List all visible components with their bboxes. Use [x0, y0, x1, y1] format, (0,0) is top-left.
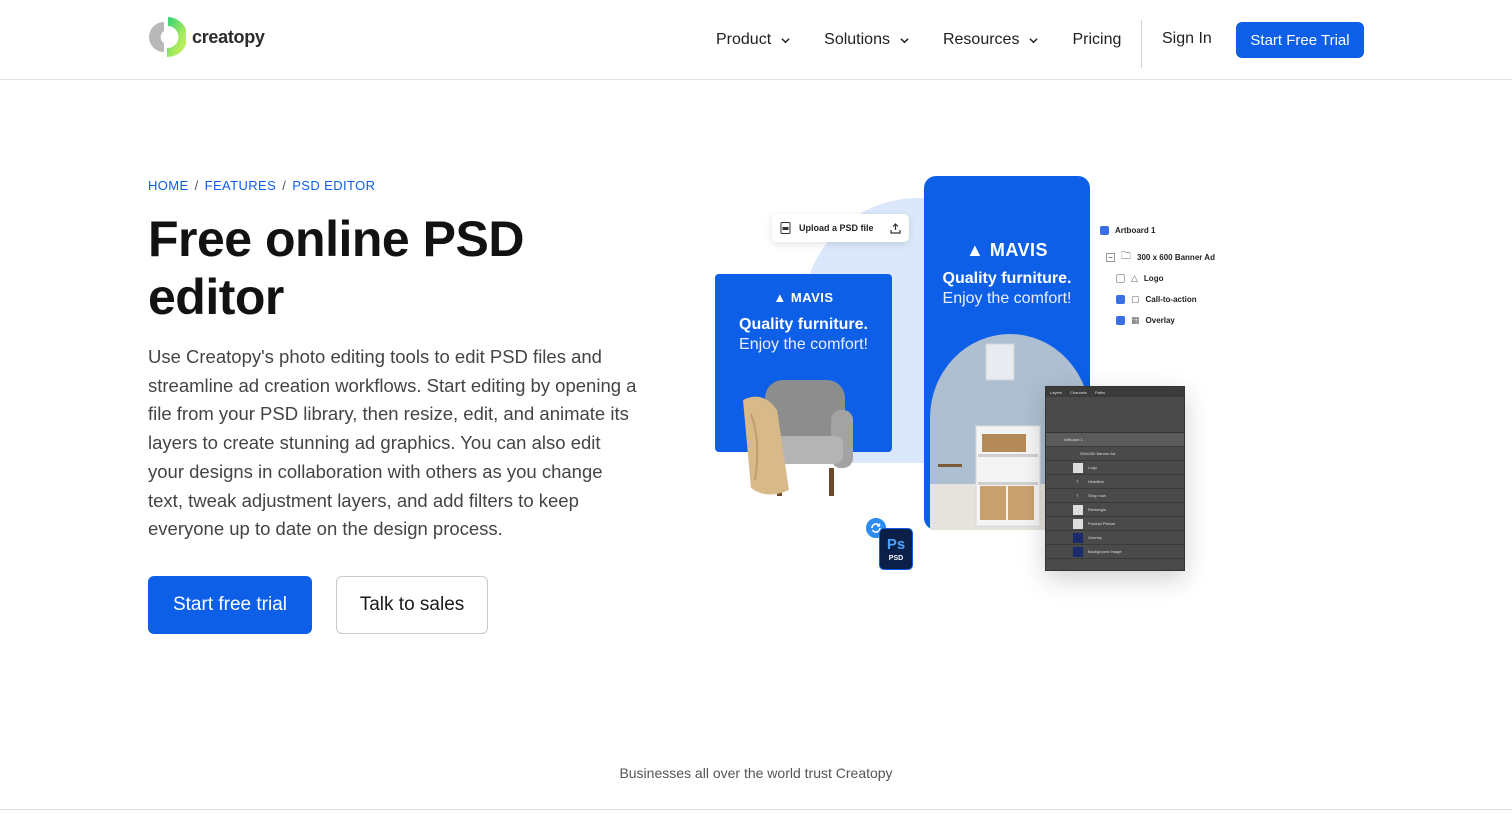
nav-divider	[1141, 20, 1142, 68]
layer-item[interactable]: ▦ Overlay	[1116, 310, 1260, 331]
layer-item[interactable]: Artboard 1	[1100, 220, 1260, 241]
breadcrumb-separator: /	[194, 178, 199, 193]
ps-layer-row[interactable]: Background Image	[1046, 545, 1184, 559]
ps-tab[interactable]: Channels	[1070, 390, 1087, 395]
menu-solutions[interactable]: Solutions	[824, 31, 909, 49]
ps-layer-row[interactable]: T Shop now	[1046, 489, 1184, 503]
layer-thumbnail	[1073, 533, 1083, 543]
ps-tab[interactable]: Layers	[1050, 390, 1062, 395]
logo-text: creatopy	[192, 26, 265, 47]
menu-pricing-label: Pricing	[1072, 31, 1122, 48]
ad-headline: Quality furniture.	[942, 270, 1072, 287]
trust-statement: Businesses all over the world trust Crea…	[619, 765, 893, 781]
shapes-icon: △	[1131, 273, 1138, 283]
collapse-icon[interactable]: −	[1106, 253, 1115, 262]
start-free-trial-button[interactable]: Start Free Trial	[1236, 22, 1364, 58]
upload-label: Upload a PSD file	[799, 223, 874, 233]
armchair-image	[743, 380, 853, 496]
breadcrumb-home[interactable]: HOME	[148, 178, 189, 193]
upload-psd-chip[interactable]: Upload a PSD file	[772, 214, 909, 242]
psd-editor-illustration: Upload a PSD file ▲ MAVIS Quality furnit…	[700, 170, 1260, 590]
photoshop-layers-panel: Layers Channels Paths Artboard 1 300x250…	[1045, 386, 1185, 571]
hero-description: Use Creatopy's photo editing tools to ed…	[148, 346, 637, 540]
mavis-logo-icon: ▲	[773, 290, 791, 305]
menu-pricing[interactable]: Pricing	[1072, 31, 1121, 49]
chevron-down-icon	[1029, 37, 1039, 43]
page-title: Free online PSD editor	[148, 211, 524, 325]
folder-icon: 🗀	[1121, 251, 1131, 262]
layer-item[interactable]: △ Logo	[1116, 268, 1260, 289]
section-divider	[0, 809, 1512, 810]
menu-resources[interactable]: Resources	[942, 31, 1039, 49]
breadcrumb-separator: /	[282, 178, 287, 193]
layer-item[interactable]: − 🗀 300 x 600 Banner Ad	[1106, 247, 1260, 268]
text-layer-icon: T	[1076, 493, 1079, 498]
ps-layer-row[interactable]: Logo	[1046, 461, 1184, 475]
ad-subline: Enjoy the comfort!	[942, 290, 1072, 307]
checkbox-unchecked-icon[interactable]	[1116, 274, 1125, 283]
menu-solutions-label: Solutions	[824, 31, 890, 48]
ad-headline: Quality furniture.	[739, 316, 868, 333]
mavis-logo-icon: ▲	[966, 240, 990, 260]
talk-to-sales-button[interactable]: Talk to sales	[336, 576, 488, 634]
ps-layer-row[interactable]: Artboard 1	[1046, 433, 1184, 447]
layer-thumbnail	[1073, 547, 1083, 557]
ps-tabs: Layers Channels Paths	[1046, 387, 1184, 397]
menu-product[interactable]: Product	[716, 31, 790, 49]
layer-thumbnail	[1073, 519, 1083, 529]
top-navbar: creatopy Product Solutions Resources Pri…	[0, 0, 1512, 80]
menu-product-label: Product	[716, 31, 772, 48]
main-menu: Product Solutions Resources Pricing	[716, 0, 1155, 80]
chevron-down-icon	[781, 37, 790, 43]
checkbox-checked-icon[interactable]	[1100, 226, 1109, 235]
ad-brand: ▲ MAVIS	[773, 290, 834, 305]
layers-checklist: Artboard 1 − 🗀 300 x 600 Banner Ad △ Log…	[1100, 220, 1260, 331]
layer-thumbnail	[1073, 505, 1083, 515]
button-icon: ▢	[1131, 294, 1140, 304]
start-free-trial-cta[interactable]: Start free trial	[148, 576, 312, 634]
ps-layer-row[interactable]: Rectangle	[1046, 503, 1184, 517]
ad-subline: Enjoy the comfort!	[739, 336, 868, 353]
text-layer-icon: T	[1076, 479, 1079, 484]
ps-toolbar	[1046, 397, 1184, 433]
creatopy-logo[interactable]: creatopy	[148, 14, 265, 60]
chevron-down-icon	[900, 37, 909, 43]
layer-item[interactable]: ▢ Call-to-action	[1116, 289, 1260, 310]
upload-icon	[890, 222, 901, 234]
psd-file-icon: Ps PSD	[879, 528, 913, 570]
ad-brand: ▲ MAVIS	[966, 240, 1048, 260]
ps-tab[interactable]: Paths	[1095, 390, 1105, 395]
breadcrumb: HOME / FEATURES / PSD EDITOR	[148, 178, 375, 193]
ps-layer-row[interactable]: 300x250 Banner Ad	[1046, 447, 1184, 461]
breadcrumb-features[interactable]: FEATURES	[205, 178, 277, 193]
ps-layer-row[interactable]: Overlay	[1046, 531, 1184, 545]
ps-layer-row[interactable]: T Headline	[1046, 475, 1184, 489]
breadcrumb-psd-editor[interactable]: PSD EDITOR	[292, 178, 375, 193]
ad-preview-small: ▲ MAVIS Quality furniture. Enjoy the com…	[715, 274, 892, 496]
overlay-icon: ▦	[1131, 315, 1140, 325]
logo-mark-icon	[149, 17, 186, 58]
layer-thumbnail	[1073, 463, 1083, 473]
menu-resources-label: Resources	[942, 31, 1020, 48]
sign-in-link[interactable]: Sign In	[1162, 30, 1212, 48]
file-icon	[780, 222, 791, 234]
checkbox-checked-icon[interactable]	[1116, 316, 1125, 325]
checkbox-checked-icon[interactable]	[1116, 295, 1125, 304]
ps-layer-row[interactable]: Product Picture	[1046, 517, 1184, 531]
